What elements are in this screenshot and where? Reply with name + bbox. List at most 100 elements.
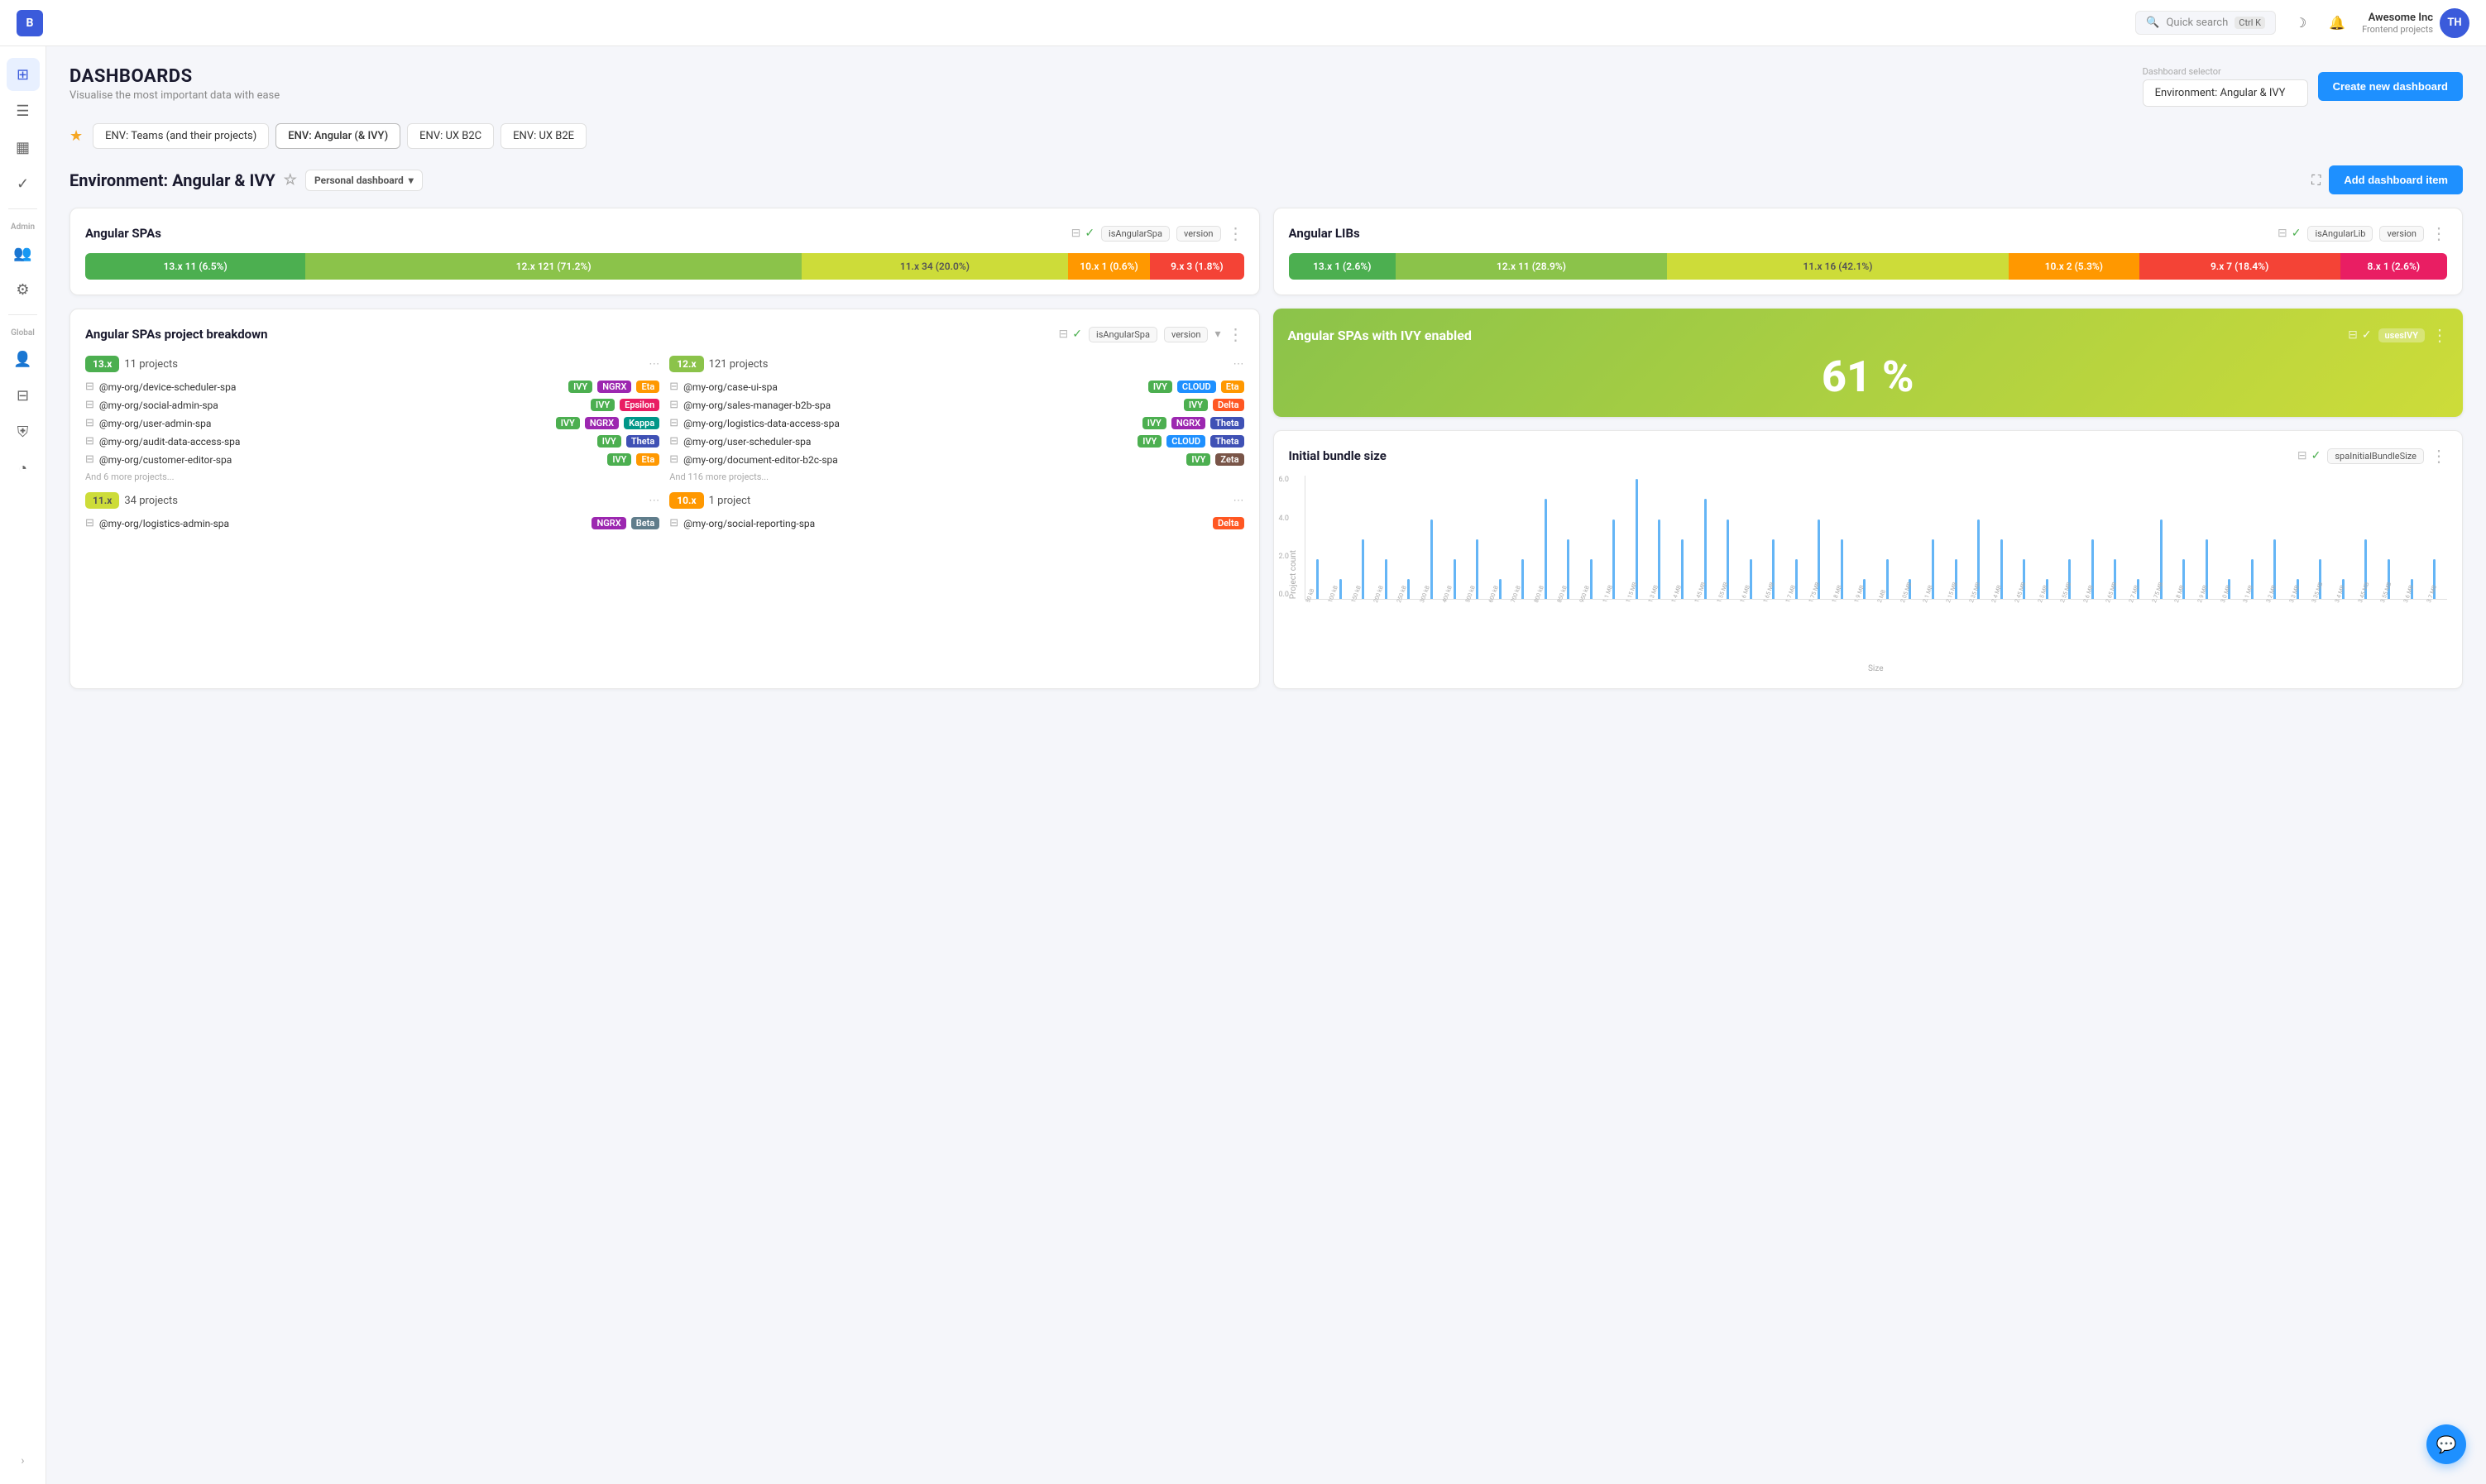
dark-mode-icon[interactable]: ☽ [2289,12,2312,35]
widget-ivy-enabled: Angular SPAs with IVY enabled ⊟ ✓ usesIV… [1273,309,2464,417]
y-tick-0: 0.0 [1279,591,1290,599]
widget-spas-table-icon[interactable]: ⊟ [1071,227,1081,240]
col-10x-badge: 10.x [669,492,703,509]
chart-bar-wrap [1580,479,1602,599]
global-label: Global [0,322,46,341]
sidebar-item-global-shield[interactable]: ⛨ [7,415,40,448]
project-col-11x: 11.x 34 projects ⋯ ⊟ @my-org/logistics-a… [85,492,659,535]
sidebar-item-admin-settings[interactable]: ⚙ [7,273,40,306]
chart-bar-wrap [1626,479,1648,599]
chart-bar-wrap [1740,479,1762,599]
tab-ux-b2e[interactable]: ENV: UX B2E [501,123,587,149]
sidebar-item-calendar[interactable]: ▦ [7,131,40,164]
widget-libs-title: Angular LIBs [1289,226,2271,241]
widget-breakdown-tag2: version [1164,327,1209,342]
col-13x-more: And 6 more projects... [85,472,659,482]
tab-angular-ivy[interactable]: ENV: Angular (& IVY) [275,123,400,149]
sidebar-item-global-users[interactable]: 👤 [7,342,40,376]
widget-spas-tag2: version [1176,226,1221,242]
sidebar-item-global-clock[interactable]: ◔ [7,452,40,485]
col-12x-more: And 116 more projects... [669,472,1243,482]
widget-breakdown-title: Angular SPAs project breakdown [85,327,1052,342]
ivy-menu-icon[interactable]: ⋮ [2431,325,2448,345]
chart-bar [1636,479,1638,599]
widget-breakdown-check-icon[interactable]: ✓ [1072,328,1082,341]
widget-breakdown-menu-icon[interactable]: ⋮ [1228,324,1244,344]
widget-libs-menu-icon[interactable]: ⋮ [2431,223,2447,243]
chart-bar-wrap [1307,479,1329,599]
chart-bar-wrap [1694,479,1717,599]
widget-spas-check-icon[interactable]: ✓ [1085,227,1095,240]
col-10x-menu-icon[interactable]: ⋯ [1233,495,1244,507]
search-bar[interactable]: 🔍 Quick search Ctrl K [2135,11,2276,35]
user-section: Awesome Inc Frontend projects TH [2362,8,2469,38]
widget-breakdown-table-icon[interactable]: ⊟ [1059,328,1069,341]
libs-v11: 11.x 16 (42.1%) [1667,253,2009,280]
create-dashboard-button[interactable]: Create new dashboard [2318,72,2463,101]
widget-libs-check-icon[interactable]: ✓ [2292,227,2302,240]
col-12x-menu-icon[interactable]: ⋯ [1233,358,1244,371]
tab-ux-b2c[interactable]: ENV: UX B2C [407,123,494,149]
add-dashboard-item-button[interactable]: Add dashboard item [2329,165,2463,194]
bundle-menu-icon[interactable]: ⋮ [2431,446,2447,466]
widget-spas-menu-icon[interactable]: ⋮ [1228,223,1244,243]
col-13x-badge: 13.x [85,356,119,372]
badge-chevron-icon: ▾ [409,175,414,186]
chart-bar-wrap [1444,479,1466,599]
search-text: Quick search [2166,17,2228,29]
col-13x-menu-icon[interactable]: ⋯ [649,358,659,371]
breakdown-chevron-icon[interactable]: ▾ [1214,328,1220,341]
ivy-check-icon[interactable]: ✓ [2362,328,2372,342]
spas-v10: 10.x 1 (0.6%) [1068,253,1150,280]
bundle-check-icon[interactable]: ✓ [2311,449,2321,462]
search-shortcut: Ctrl K [2235,17,2265,29]
libs-v12: 12.x 11 (28.9%) [1396,253,1667,280]
project-columns: 13.x 11 projects ⋯ ⊟ @my-org/device-sche… [85,356,1244,535]
sidebar-item-check[interactable]: ✓ [7,167,40,200]
favorite-star-icon[interactable]: ★ [69,127,83,145]
col-11x-count: 34 projects [124,495,178,507]
user-subtitle: Frontend projects [2362,24,2433,35]
y-tick-2: 2.0 [1279,553,1290,561]
ivy-table-icon[interactable]: ⊟ [2348,328,2358,342]
libs-v9: 9.x 7 (18.4%) [2139,253,2340,280]
navbar-icons: ☽ 🔔 [2289,12,2349,35]
list-item: ⊟ @my-org/user-scheduler-spa IVY CLOUD T… [669,435,1243,448]
ivy-percent: 61 % [1288,353,2449,400]
sidebar-item-admin-users[interactable]: 👥 [7,237,40,270]
chat-button[interactable]: 💬 [2426,1424,2466,1464]
chart-bar-wrap [1511,479,1534,599]
col-11x-menu-icon[interactable]: ⋯ [649,495,659,507]
app-logo[interactable]: B [17,10,43,36]
widget-angular-spas: Angular SPAs ⊟ ✓ isAngularSpa version ⋮ … [69,208,1260,295]
widget-libs-table-icon[interactable]: ⊟ [2278,227,2287,240]
sidebar-item-dashboard[interactable]: ⊞ [7,58,40,91]
project-row-icon: ⊟ [669,453,678,466]
fullscreen-icon[interactable]: ⛶ [2311,172,2321,189]
dashboard-selector-value[interactable]: Environment: Angular & IVY [2143,79,2308,107]
project-row-icon: ⊟ [669,381,678,393]
sidebar-item-list[interactable]: ☰ [7,94,40,127]
col-12x-badge: 12.x [669,356,703,372]
avatar[interactable]: TH [2440,8,2469,38]
dashboard-star-icon[interactable]: ☆ [284,171,297,189]
dashboard-grid: Angular SPAs ⊟ ✓ isAngularSpa version ⋮ … [69,208,2463,689]
bundle-table-icon[interactable]: ⊟ [2297,449,2307,462]
spas-v13: 13.x 11 (6.5%) [85,253,305,280]
sidebar-expand-icon[interactable]: › [7,1448,40,1474]
sidebar-item-global-table[interactable]: ⊟ [7,379,40,412]
list-item: ⊟ @my-org/social-reporting-spa Delta [669,517,1243,529]
list-item: ⊟ @my-org/document-editor-b2c-spa IVY Ze… [669,453,1243,466]
tab-teams[interactable]: ENV: Teams (and their projects) [93,123,269,149]
personal-dashboard-badge[interactable]: Personal dashboard ▾ [305,170,423,191]
libs-v8: 8.x 1 (2.6%) [2340,253,2447,280]
list-item: ⊟ @my-org/logistics-data-access-spa IVY … [669,417,1243,429]
project-row-icon: ⊟ [85,399,94,411]
notifications-icon[interactable]: 🔔 [2326,12,2349,35]
widget-libs-tag1: isAngularLib [2307,226,2373,242]
project-row-icon: ⊟ [85,417,94,429]
list-item: ⊟ @my-org/sales-manager-b2b-spa IVY Delt… [669,399,1243,411]
spas-v11: 11.x 34 (20.0%) [802,253,1068,280]
bundle-tag: spaInitialBundleSize [2327,448,2424,464]
chart-bar-wrap [1808,479,1831,599]
